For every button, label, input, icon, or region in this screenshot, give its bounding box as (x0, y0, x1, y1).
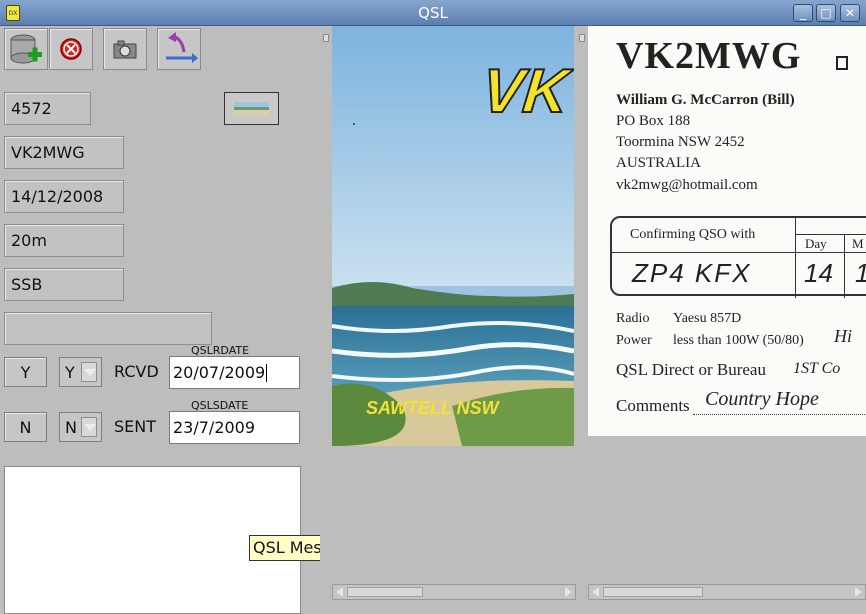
scroll-thumb[interactable] (603, 587, 703, 597)
qsl-route-label: QSL Direct or Bureau (616, 360, 766, 379)
qso-callsign: ZP4 KFX (632, 258, 752, 288)
card-callsign-art: VK (477, 56, 572, 127)
power-value: less than 100W (50/80) (673, 333, 804, 348)
rcvd-select[interactable]: Y (59, 357, 102, 387)
scroll-right-icon[interactable] (855, 587, 862, 597)
scroll-left-icon[interactable] (592, 587, 599, 597)
card-location: SAWTELL NSW (366, 398, 499, 418)
power-label: Power (616, 333, 652, 348)
card-front-hscrollbar[interactable] (332, 584, 576, 600)
comments-dotted-line (693, 414, 866, 415)
radio-label: Radio (616, 311, 650, 326)
scroll-right-icon[interactable] (565, 587, 572, 597)
scroll-thumb[interactable] (347, 587, 423, 597)
add-record-button[interactable] (4, 28, 48, 70)
extra-field[interactable] (4, 312, 212, 345)
band-field[interactable]: 20m (4, 224, 124, 257)
chevron-down-icon (81, 362, 97, 382)
sent-select[interactable]: N (59, 412, 102, 442)
qso-day: 14 (804, 258, 833, 288)
qso-header-divider (795, 234, 866, 235)
card-back-panel: VK2MWG William G. McCarron (Bill) PO Box… (588, 26, 866, 602)
camera-icon (113, 40, 137, 59)
qso-col-divider-1 (795, 218, 796, 298)
rcvd-select-value: Y (65, 362, 75, 382)
qso-row-divider (612, 252, 866, 253)
database-add-icon (10, 34, 42, 64)
rcvd-label: RCVD (114, 362, 159, 381)
card-address-1: PO Box 188 (616, 113, 691, 129)
scan-card-button[interactable] (103, 28, 147, 70)
swap-arrow-icon (166, 32, 198, 63)
card-address-2: Toormina NSW 2452 (616, 134, 745, 150)
card-front-panel: VK SAWTELL NSW (332, 26, 576, 602)
sent-toggle-button[interactable]: N (4, 412, 47, 442)
scroll-left-icon[interactable] (336, 587, 343, 597)
sent-label: SENT (114, 417, 157, 436)
card-owner-name: William G. McCarron (Bill) (616, 92, 795, 108)
card-back-image: VK2MWG William G. McCarron (Bill) PO Box… (588, 26, 866, 436)
comments-label: Comments (616, 396, 690, 415)
comments-value: Country Hope (705, 388, 819, 410)
qslrdate-input[interactable]: 20/07/2009 (169, 356, 300, 389)
flip-card-button[interactable] (157, 28, 201, 70)
minimize-button[interactable]: _ (793, 4, 813, 22)
qso-month: 1 (855, 258, 866, 289)
date-field[interactable]: 14/12/2008 (4, 180, 124, 213)
radio-value: Yaesu 857D (673, 311, 742, 326)
confirming-label: Confirming QSO with (630, 227, 756, 242)
text-caret (266, 363, 268, 382)
window-title: QSL (418, 4, 448, 22)
record-panel: 4572 VK2MWG 14/12/2008 20m SSB Y Y RCVD … (0, 26, 320, 614)
qso-table: Confirming QSO with Day M ZP4 KFX 14 1 (610, 216, 866, 298)
record-id-field[interactable]: 4572 (4, 92, 91, 125)
card-front-image: VK SAWTELL NSW (332, 26, 574, 446)
splitter-grip[interactable] (323, 34, 329, 42)
card-email: vk2mwg@hotmail.com (616, 177, 758, 193)
card-back-hscrollbar[interactable] (588, 584, 866, 600)
sent-select-value: N (65, 417, 77, 437)
card-back-callsign: VK2MWG (616, 35, 802, 77)
qslrdate-value: 20/07/2009 (173, 363, 266, 382)
qsl-route-note: 1ST Co (793, 360, 841, 377)
day-label: Day (805, 236, 827, 251)
splitter-left[interactable] (320, 26, 332, 602)
power-note: Hi (834, 326, 852, 346)
splitter-grip[interactable] (579, 34, 585, 42)
qslsdate-input[interactable]: 23/7/2009 (169, 411, 300, 444)
close-button[interactable]: ✕ (840, 4, 860, 22)
card-country: AUSTRALIA (616, 155, 701, 171)
mode-field[interactable]: SSB (4, 268, 124, 301)
maximize-button[interactable]: □ (816, 4, 836, 22)
card-thumbnail-button[interactable] (224, 92, 279, 125)
rcvd-toggle-button[interactable]: Y (4, 357, 47, 387)
qso-col-divider-2 (844, 234, 845, 298)
splitter-right[interactable] (576, 26, 588, 602)
delete-record-button[interactable] (49, 28, 93, 70)
qslsdate-value: 23/7/2009 (173, 418, 256, 437)
card-thumbnail-image (234, 102, 269, 115)
checkbox-mark (836, 56, 848, 70)
callsign-field[interactable]: VK2MWG (4, 136, 124, 169)
month-label: M (852, 236, 864, 251)
title-bar: DX QSL _ □ ✕ (0, 0, 866, 26)
chevron-down-icon (81, 417, 97, 437)
delete-icon (60, 38, 82, 60)
